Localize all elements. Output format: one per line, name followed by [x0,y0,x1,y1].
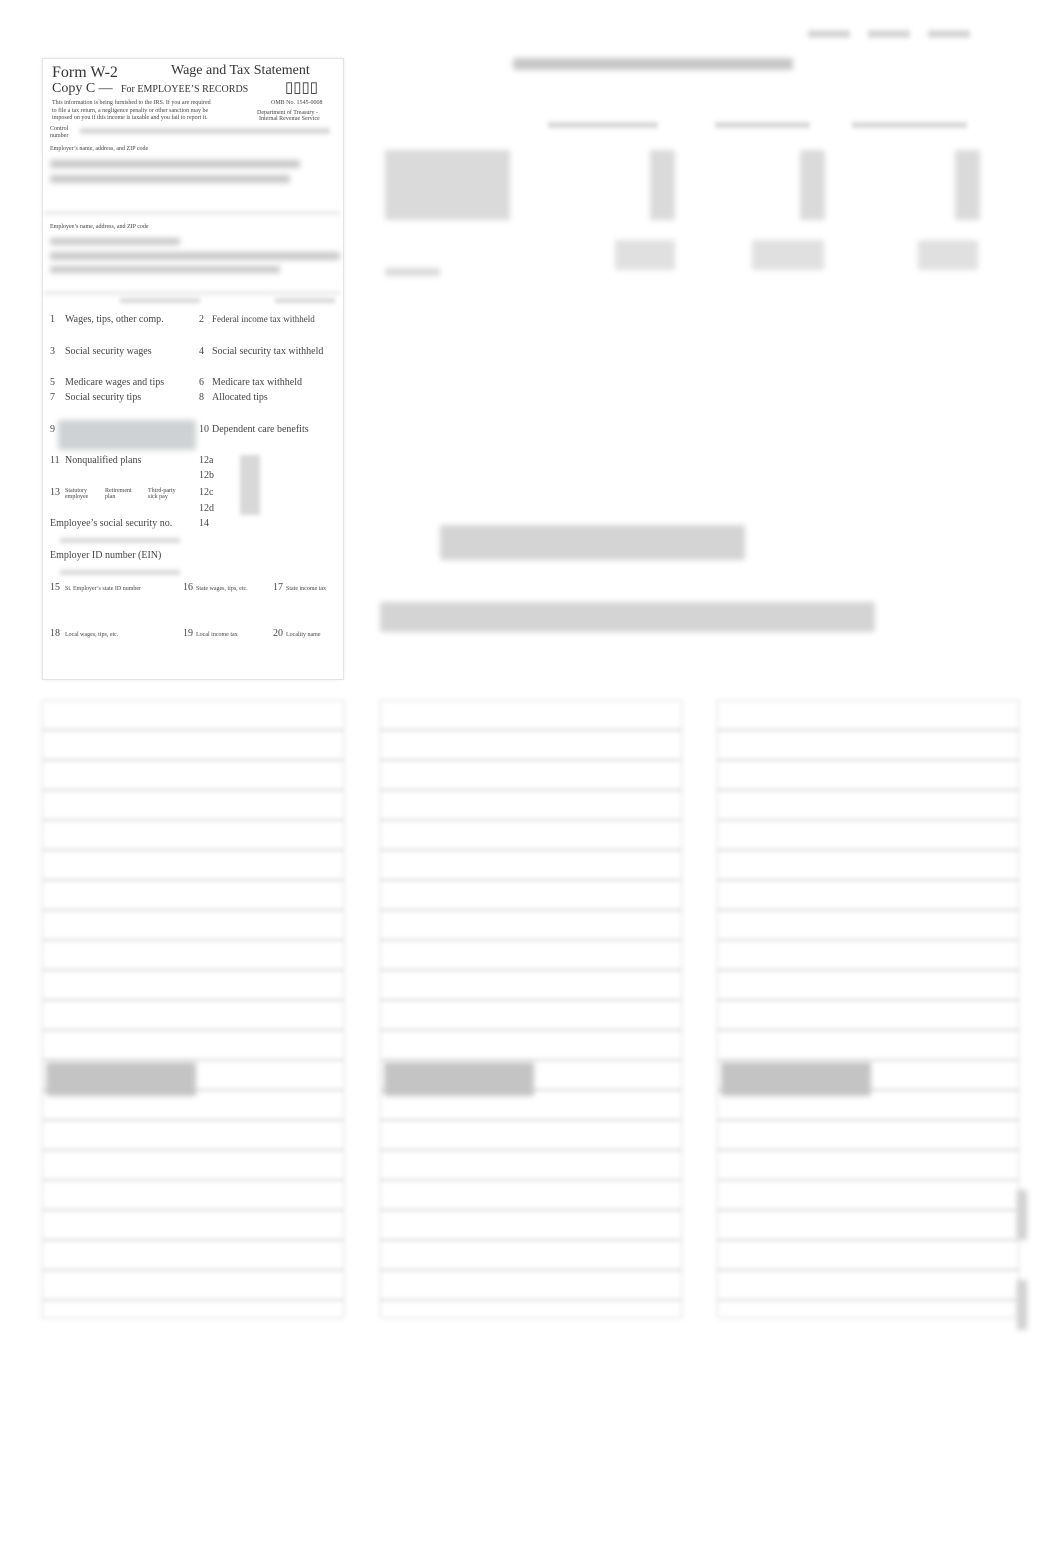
box-12c: 12c [199,487,214,498]
redacted-value [275,298,335,303]
box-20-label: Locality name [286,632,321,638]
box-19-label: Local income tax [196,632,238,638]
box-3-num: 3 [50,346,55,357]
control-number-label: Control [50,126,69,132]
redacted-col-values [955,150,980,220]
box-12a: 12a [199,455,214,466]
redacted-header [808,30,850,38]
box-7-num: 7 [50,392,55,403]
box-14: 14 [199,518,209,529]
copy-label: Copy C — [52,81,113,96]
w2-form-copy [717,700,1019,1318]
employer-label: Employer’s name, address, and ZIP code [50,146,149,152]
ein-label: Employer ID number (EIN) [50,550,162,561]
divider [44,212,340,214]
box-11-num: 11 [50,455,60,466]
shaded-box [721,1062,871,1096]
redacted-col-header [548,122,658,128]
redacted-value [120,298,200,303]
box-12d: 12d [199,503,214,514]
box-9-shaded [58,420,196,450]
copy-for-label: For EMPLOYEE’S RECORDS [121,84,249,95]
redacted-value [80,128,330,134]
box-12b: 12b [199,470,214,481]
box-17-label: State income tax [286,586,326,592]
redacted-note [440,525,745,560]
redacted-totals [385,268,440,276]
box-19-num: 19 [183,628,193,639]
redacted-employee [50,266,280,273]
redacted-ssn [60,538,180,543]
box-13-retirement: plan [105,494,116,500]
box-2-label: Federal income tax withheld [212,314,315,324]
box-1-label: Wages, tips, other comp. [65,314,164,325]
redacted-col-values [650,150,675,220]
box-13-statutory: employee [65,494,89,500]
box-4-label: Social security tax withheld [212,346,324,357]
box-8-label: Allocated tips [212,392,268,403]
box-16-num: 16 [183,582,193,593]
w2-form-copy [380,700,682,1318]
notice-line: imposed on you if this income is taxable… [52,115,208,121]
box-9-num: 9 [50,424,55,435]
omb-number: OMB No. 1545-0008 [271,100,323,106]
page: Form W-2 Wage and Tax Statement Copy C —… [0,0,1062,1561]
box-18-num: 18 [50,628,60,639]
side-mark [1017,1190,1027,1240]
redacted-ein [60,570,180,575]
redacted-summary-title [513,58,793,70]
form-title: Form W-2 [52,64,118,81]
box-12-codes [240,455,260,515]
department: Internal Revenue Service [259,116,320,122]
redacted-row-labels [385,150,510,220]
divider [44,292,340,294]
redacted-employer [50,175,290,183]
box-13-third-party: sick pay [148,494,168,500]
tax-year: ▯▯▯▯ [285,80,319,96]
redacted-header [868,30,910,38]
form-subtitle: Wage and Tax Statement [171,63,310,78]
box-10-label: Dependent care benefits [212,424,309,435]
redacted-col-header [852,122,967,128]
w2-form-copy [42,700,344,1318]
box-20-num: 20 [273,628,283,639]
redacted-employer [50,160,300,168]
redacted-header [928,30,970,38]
side-mark [1017,1280,1027,1330]
redacted-totals [615,240,675,270]
box-18-label: Local wages, tips, etc. [65,632,119,638]
box-16-label: State wages, tips, etc. [196,586,248,592]
redacted-employee [50,252,340,260]
box-11-label: Nonqualified plans [65,455,142,466]
box-6-num: 6 [199,377,204,388]
box-15-num: 15 [50,582,60,593]
redacted-totals [752,240,824,270]
box-1-num: 1 [50,314,55,325]
ssn-label: Employee’s social security no. [50,518,173,529]
box-15-label: St. Employer’s state ID number [65,586,142,592]
box-10-num: 10 [199,424,209,435]
redacted-totals [918,240,978,270]
redacted-col-values [800,150,825,220]
box-6-label: Medicare tax withheld [212,377,302,388]
box-7-label: Social security tips [65,392,142,403]
shaded-box [384,1062,534,1096]
box-5-num: 5 [50,377,55,388]
box-8-num: 8 [199,392,204,403]
redacted-note [380,602,875,632]
redacted-employee [50,238,180,245]
shaded-box [46,1062,196,1096]
control-number-label: number [50,133,69,139]
notice-line: This information is being furnished to t… [52,100,211,106]
box-2-num: 2 [199,314,204,325]
redacted-col-header [715,122,810,128]
box-3-label: Social security wages [65,346,152,357]
box-4-num: 4 [199,346,204,357]
box-5-label: Medicare wages and tips [65,377,165,388]
employee-label: Employee’s name, address, and ZIP code [50,224,149,230]
notice-line: to file a tax return, a negligence penal… [52,108,209,114]
box-13-num: 13 [50,487,60,498]
box-17-num: 17 [273,582,283,593]
